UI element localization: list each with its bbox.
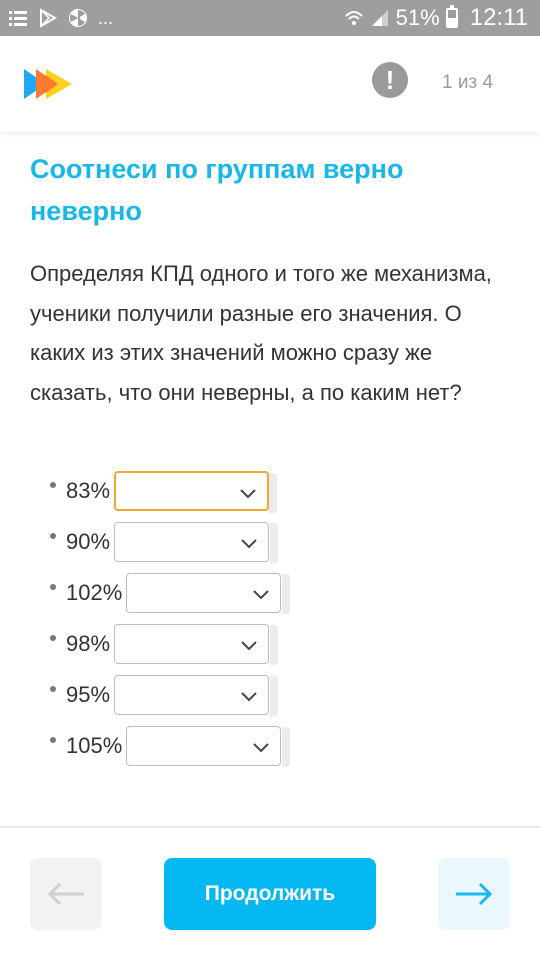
answer-label: 102% xyxy=(66,580,123,605)
answer-select[interactable] xyxy=(114,624,279,665)
battery-percent: 51% xyxy=(395,5,440,30)
select-edge xyxy=(282,727,291,767)
battery-icon xyxy=(445,5,458,28)
select-edge xyxy=(282,574,291,614)
wifi-icon xyxy=(344,11,363,25)
answer-row: 102% xyxy=(50,572,291,614)
answer-row: 105% xyxy=(50,725,291,767)
select-edge xyxy=(269,473,278,513)
bullet xyxy=(50,482,56,488)
footer-divider xyxy=(0,826,540,828)
answer-label: 105% xyxy=(66,733,123,758)
play-store-icon xyxy=(40,8,58,28)
select-edge xyxy=(270,676,279,716)
answer-row: 90% xyxy=(50,521,279,563)
answer-select[interactable] xyxy=(126,573,291,614)
answer-select[interactable] xyxy=(126,726,291,767)
app-logo xyxy=(24,69,72,99)
answer-select[interactable] xyxy=(114,522,279,563)
chevron-down-icon xyxy=(241,641,257,651)
task-title: Соотнеси по группам верно неверно xyxy=(30,154,404,226)
chevron-down-icon xyxy=(241,539,257,549)
bullet xyxy=(50,737,56,743)
chevron-down-icon xyxy=(240,489,256,499)
status-right: 51% 12:11 xyxy=(344,4,528,32)
app-header: ! 1 из 4 xyxy=(0,36,540,132)
answer-select[interactable] xyxy=(114,675,279,716)
clock: 12:11 xyxy=(469,4,528,31)
next-button[interactable] xyxy=(438,858,510,930)
exclamation-icon[interactable]: ! xyxy=(372,62,408,98)
status-left: ... xyxy=(8,6,113,30)
answer-row: 83% xyxy=(50,470,278,513)
back-button[interactable] xyxy=(30,858,102,930)
chevron-down-icon xyxy=(253,590,269,600)
radiation-icon xyxy=(69,9,87,27)
notification-list-icon xyxy=(9,11,27,26)
chevron-down-icon xyxy=(253,743,269,753)
status-overflow: ... xyxy=(98,8,114,28)
select-edge xyxy=(270,625,279,665)
select-edge xyxy=(270,523,279,563)
arrow-right-icon xyxy=(456,882,493,906)
answer-label: 90% xyxy=(66,529,111,554)
answer-label: 95% xyxy=(66,682,111,707)
answer-row: 95% xyxy=(50,674,279,716)
answer-label: 98% xyxy=(66,631,111,656)
chevron-down-icon xyxy=(241,692,257,702)
bullet xyxy=(50,635,56,641)
arrow-left-icon xyxy=(47,882,84,906)
bullet xyxy=(50,686,56,692)
bullet xyxy=(50,584,56,590)
bullet xyxy=(50,533,56,539)
answer-select[interactable] xyxy=(114,471,278,513)
progress-label: 1 из 4 xyxy=(442,72,494,93)
continue-button[interactable]: Продолжить xyxy=(164,858,376,930)
answer-row: 98% xyxy=(50,623,279,665)
task-question: Определяя КПД одного и того же механизма… xyxy=(30,261,492,405)
answer-label: 83% xyxy=(66,478,111,503)
signal-icon xyxy=(371,10,388,26)
status-bar: ... 51% 12:11 xyxy=(0,0,540,36)
